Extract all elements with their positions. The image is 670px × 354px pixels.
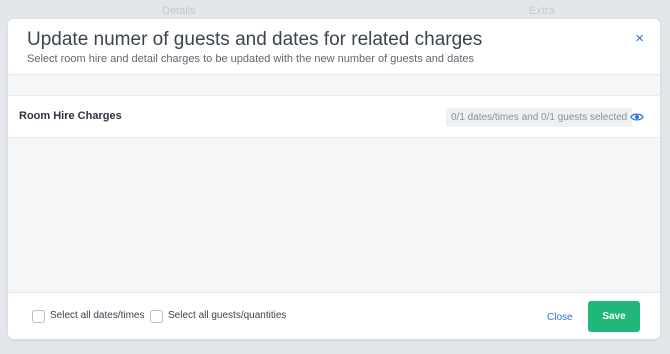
background-tab-details: Details	[162, 5, 196, 17]
modal-footer: Select all dates/times Select all guests…	[8, 292, 660, 339]
close-button[interactable]: Close	[547, 312, 573, 323]
select-all-dates-label: Select all dates/times	[50, 310, 145, 321]
section-title: Room Hire Charges	[19, 110, 122, 122]
update-guests-dates-modal: Update numer of guests and dates for rel…	[8, 19, 660, 339]
selection-summary-badge: 0/1 dates/times and 0/1 guests selected	[446, 108, 633, 127]
checkbox-box[interactable]	[150, 310, 163, 323]
select-all-dates-checkbox[interactable]: Select all dates/times	[32, 310, 145, 323]
room-hire-charges-row: Room Hire Charges 0/1 dates/times and 0/…	[8, 95, 660, 138]
modal-subtitle: Select room hire and detail charges to b…	[27, 53, 475, 65]
select-all-guests-checkbox[interactable]: Select all guests/quantities	[150, 310, 286, 323]
select-all-guests-label: Select all guests/quantities	[168, 310, 287, 321]
modal-header: Update numer of guests and dates for rel…	[8, 19, 660, 74]
close-icon[interactable]: ×	[635, 31, 644, 46]
save-button[interactable]: Save	[588, 301, 640, 332]
eye-icon[interactable]	[630, 111, 644, 123]
background-tab-extra: Extra	[529, 5, 555, 17]
modal-body: Room Hire Charges 0/1 dates/times and 0/…	[8, 74, 660, 292]
modal-title: Update numer of guests and dates for rel…	[27, 29, 483, 50]
background-tabs: Details Extra	[0, 0, 670, 20]
checkbox-box[interactable]	[32, 310, 45, 323]
